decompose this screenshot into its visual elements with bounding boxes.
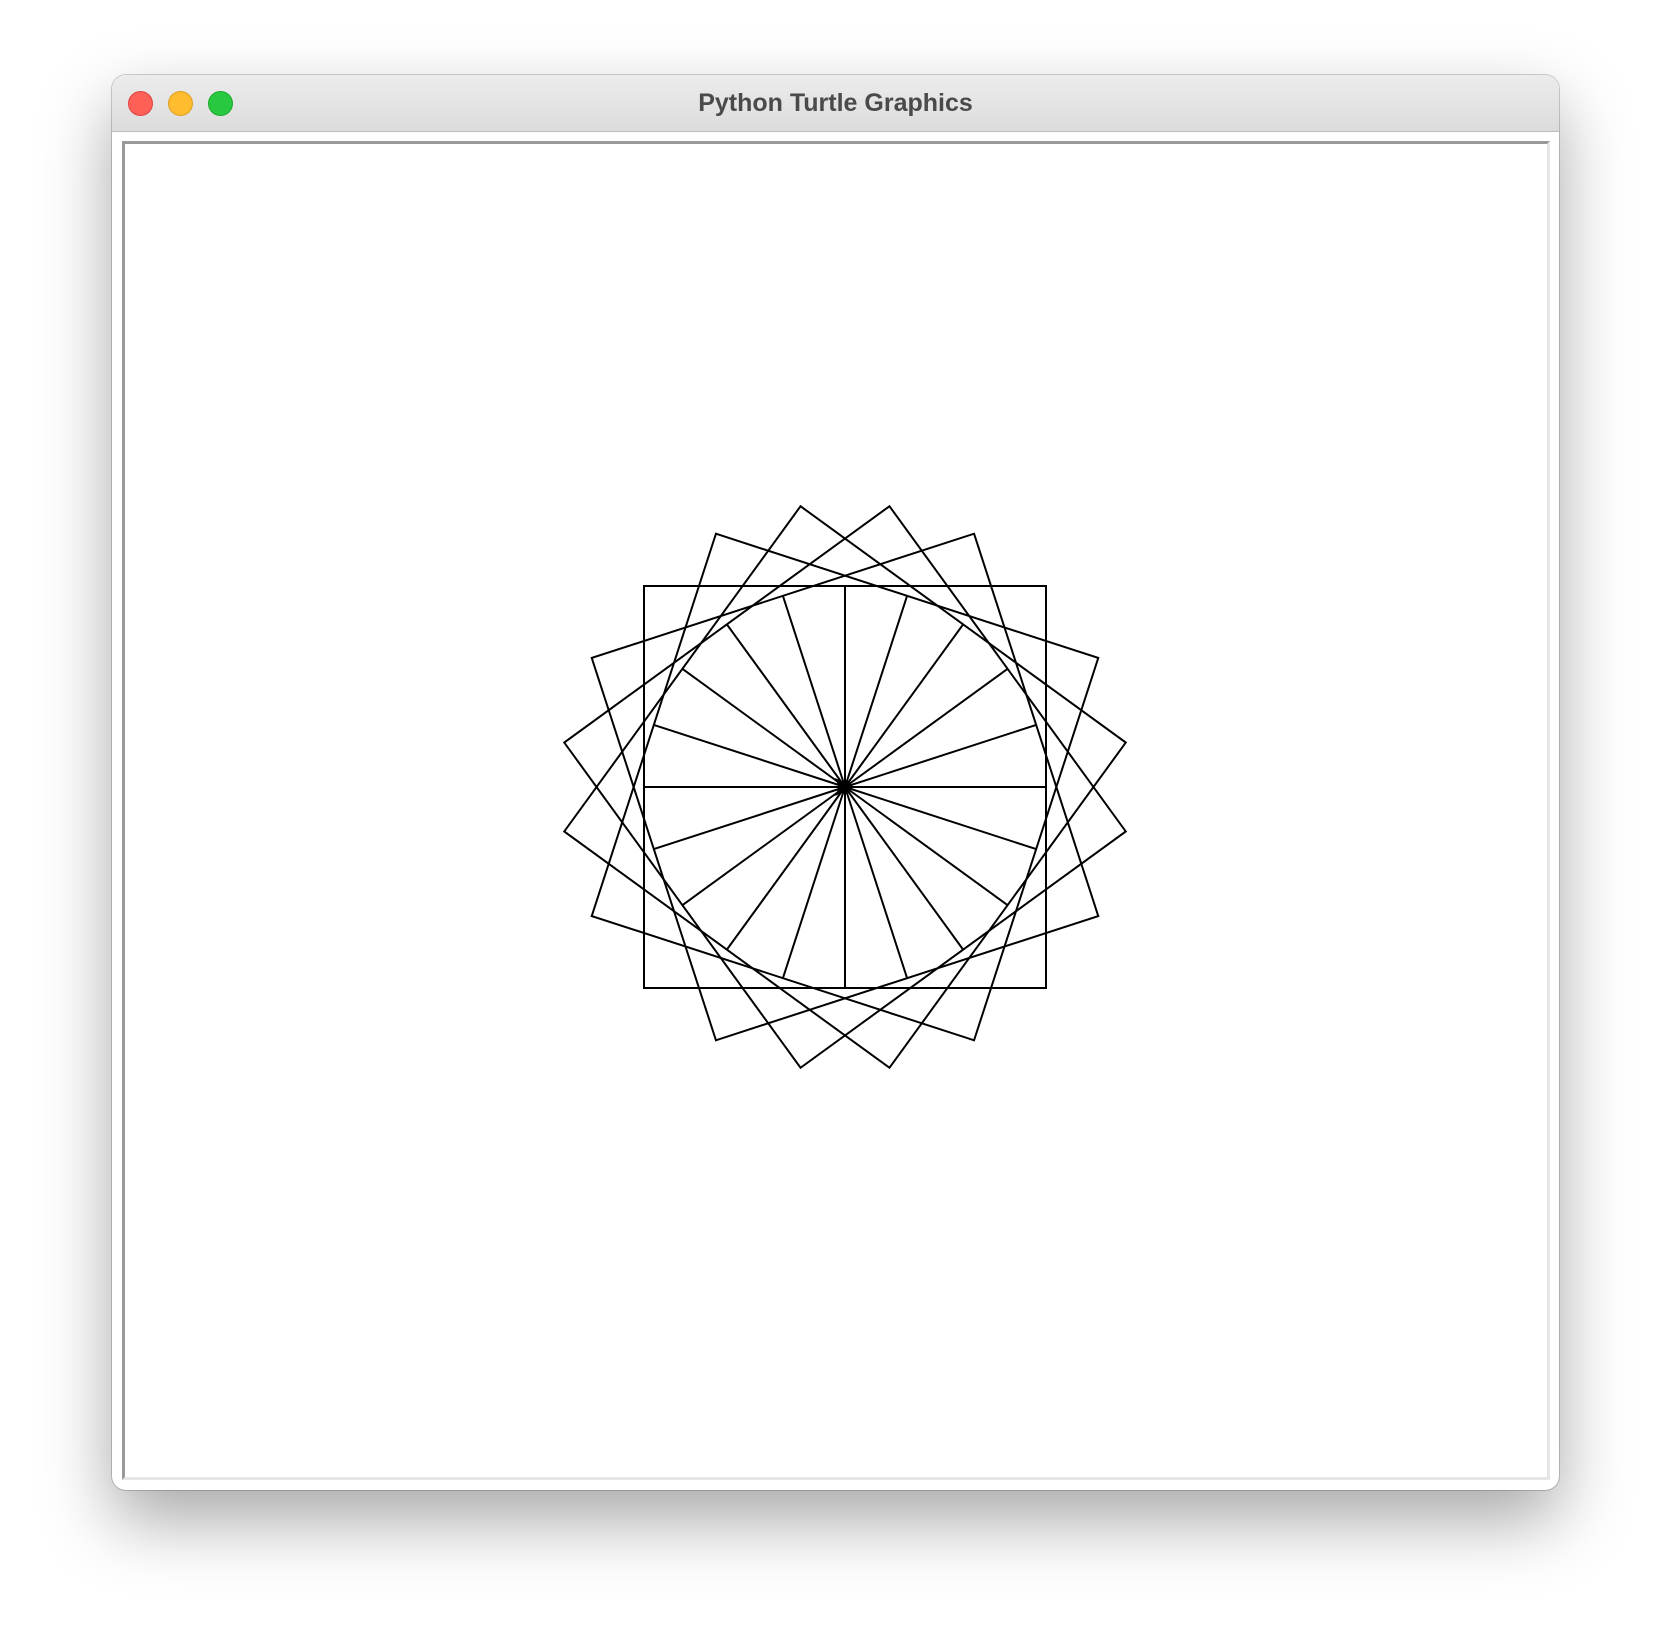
- turtle-canvas-frame: [122, 141, 1550, 1480]
- center-ray: [726, 786, 846, 951]
- center-ray: [781, 786, 846, 979]
- center-ray: [844, 786, 1009, 906]
- center-ray: [844, 595, 909, 788]
- center-ray: [653, 786, 846, 851]
- turtle-window: Python Turtle Graphics: [112, 75, 1559, 1490]
- center-ray: [844, 786, 909, 979]
- center-ray: [681, 786, 846, 906]
- center-ray: [844, 786, 1037, 851]
- center-ray: [781, 595, 846, 788]
- center-ray: [681, 668, 846, 788]
- center-ray: [844, 786, 964, 951]
- center-ray: [653, 723, 846, 788]
- center-ray: [844, 668, 1009, 788]
- title-bar[interactable]: Python Turtle Graphics: [112, 75, 1559, 132]
- center-ray: [844, 623, 964, 788]
- window-title: Python Turtle Graphics: [698, 89, 973, 117]
- turtle-canvas[interactable]: [125, 144, 1547, 1477]
- center-ray: [844, 723, 1037, 788]
- center-ray: [726, 623, 846, 788]
